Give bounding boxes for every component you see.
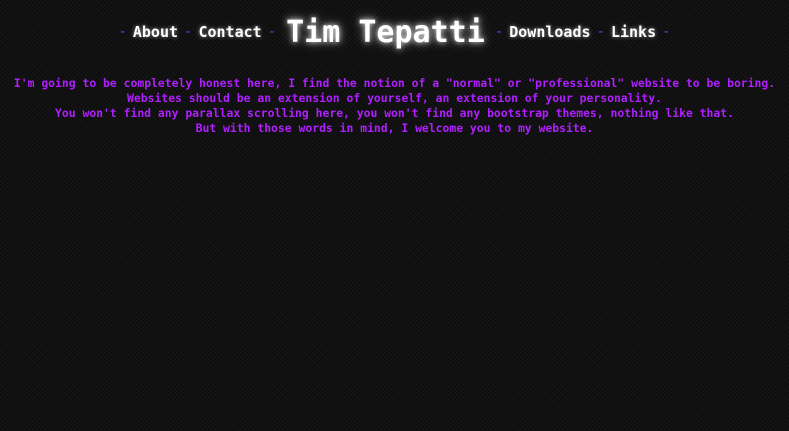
top-navigation: - About - Contact - Tim Tepatti - Downlo…	[0, 12, 789, 52]
nav-separator: -	[267, 24, 277, 40]
nav-separator: -	[184, 24, 193, 40]
intro-line: I'm going to be completely honest here, …	[13, 76, 776, 90]
nav-link-downloads[interactable]: Downloads	[509, 23, 590, 41]
intro-line: You won't find any parallax scrolling he…	[55, 106, 734, 120]
nav-separator: -	[118, 24, 127, 40]
nav-separator: -	[662, 24, 671, 40]
intro-line: Websites should be an extension of yours…	[127, 91, 662, 105]
site-title: Tim Tepatti	[286, 14, 485, 50]
nav-separator: -	[596, 24, 605, 40]
nav-link-about[interactable]: About	[133, 23, 178, 41]
nav-link-links[interactable]: Links	[611, 23, 656, 41]
intro-line: But with those words in mind, I welcome …	[195, 121, 594, 135]
nav-link-contact[interactable]: Contact	[198, 23, 261, 41]
intro-text: I'm going to be completely honest here, …	[0, 76, 789, 136]
nav-separator: -	[494, 24, 504, 40]
